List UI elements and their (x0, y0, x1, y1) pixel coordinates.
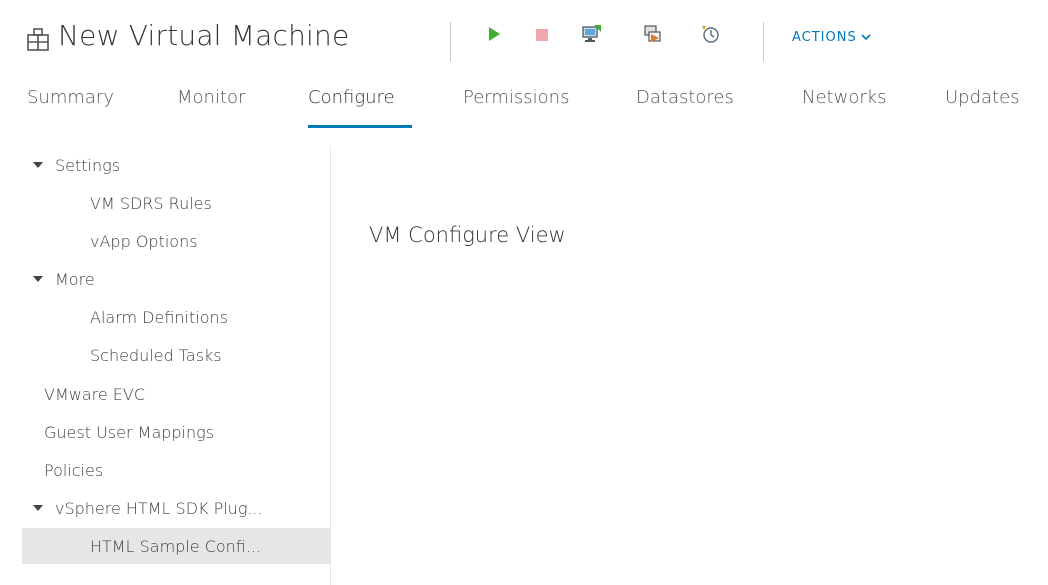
vm-configure-page: New Virtual Machine ACTIONS Summary Moni… (0, 0, 1048, 585)
actions-label: ACTIONS (792, 30, 857, 45)
page-title: New Virtual Machine (58, 19, 350, 52)
content-title: VM Configure View (369, 223, 566, 247)
launch-console-icon (582, 24, 602, 48)
caret-down-icon (33, 162, 43, 168)
sidebar-item-html-sample-config[interactable]: HTML Sample Confi... (22, 528, 330, 564)
power-on-icon (487, 26, 501, 46)
sidebar-item-label: vSphere HTML SDK Plug... (55, 498, 263, 518)
sidebar-item-label: HTML Sample Confi... (90, 536, 262, 556)
tab-configure[interactable]: Configure (308, 87, 395, 108)
tab-monitor[interactable]: Monitor (177, 87, 245, 108)
migrate-icon (643, 24, 663, 48)
power-off-icon (535, 27, 549, 46)
header-divider (450, 22, 451, 62)
sidebar-item-label: Settings (55, 155, 121, 175)
active-tab-indicator (308, 125, 412, 128)
tab-datastores[interactable]: Datastores (636, 87, 734, 108)
launch-console-button[interactable] (580, 24, 604, 48)
snapshot-icon (700, 24, 720, 48)
sidebar-item-guest-user-mappings[interactable]: Guest User Mappings (22, 414, 330, 450)
sidebar-item-label: Alarm Definitions (90, 307, 228, 327)
power-on-button[interactable] (482, 24, 506, 48)
sidebar-item-alarm-definitions[interactable]: Alarm Definitions (22, 299, 330, 335)
sidebar-item-label: Guest User Mappings (44, 422, 215, 442)
tab-networks[interactable]: Networks (802, 87, 887, 108)
header-divider (763, 22, 764, 62)
sidebar-item-scheduled-tasks[interactable]: Scheduled Tasks (22, 337, 330, 373)
caret-down-icon (33, 505, 43, 511)
sidebar-item-vapp-options[interactable]: vApp Options (22, 223, 330, 259)
tab-bar: Summary Monitor Configure Permissions Da… (0, 76, 1048, 132)
actions-menu-button[interactable]: ACTIONS (792, 30, 871, 45)
configure-sidebar: Settings VM SDRS Rules vApp Options More… (22, 146, 331, 585)
sidebar-group-settings[interactable]: Settings (22, 147, 330, 183)
sidebar-group-vsphere-html-sdk-plugin[interactable]: vSphere HTML SDK Plug... (22, 490, 330, 526)
chevron-down-icon (861, 30, 871, 45)
sidebar-item-label: Policies (44, 460, 104, 480)
object-header: New Virtual Machine ACTIONS (0, 0, 1048, 76)
sidebar-item-label: VM SDRS Rules (90, 193, 212, 213)
sidebar-item-label: Scheduled Tasks (90, 345, 222, 365)
tab-summary[interactable]: Summary (27, 87, 114, 108)
sidebar-item-label: More (55, 269, 95, 289)
take-snapshot-button[interactable] (698, 24, 722, 48)
sidebar-item-vmware-evc[interactable]: VMware EVC (22, 376, 330, 412)
virtual-machine-icon (27, 28, 49, 52)
caret-down-icon (33, 276, 43, 282)
tab-permissions[interactable]: Permissions (463, 87, 569, 108)
tab-updates[interactable]: Updates (945, 87, 1020, 108)
sidebar-item-policies[interactable]: Policies (22, 452, 330, 488)
power-off-button[interactable] (530, 24, 554, 48)
sidebar-item-vm-sdrs-rules[interactable]: VM SDRS Rules (22, 185, 330, 221)
sidebar-item-label: vApp Options (90, 231, 198, 251)
sidebar-item-label: VMware EVC (44, 384, 146, 404)
migrate-button[interactable] (641, 24, 665, 48)
sidebar-group-more[interactable]: More (22, 261, 330, 297)
